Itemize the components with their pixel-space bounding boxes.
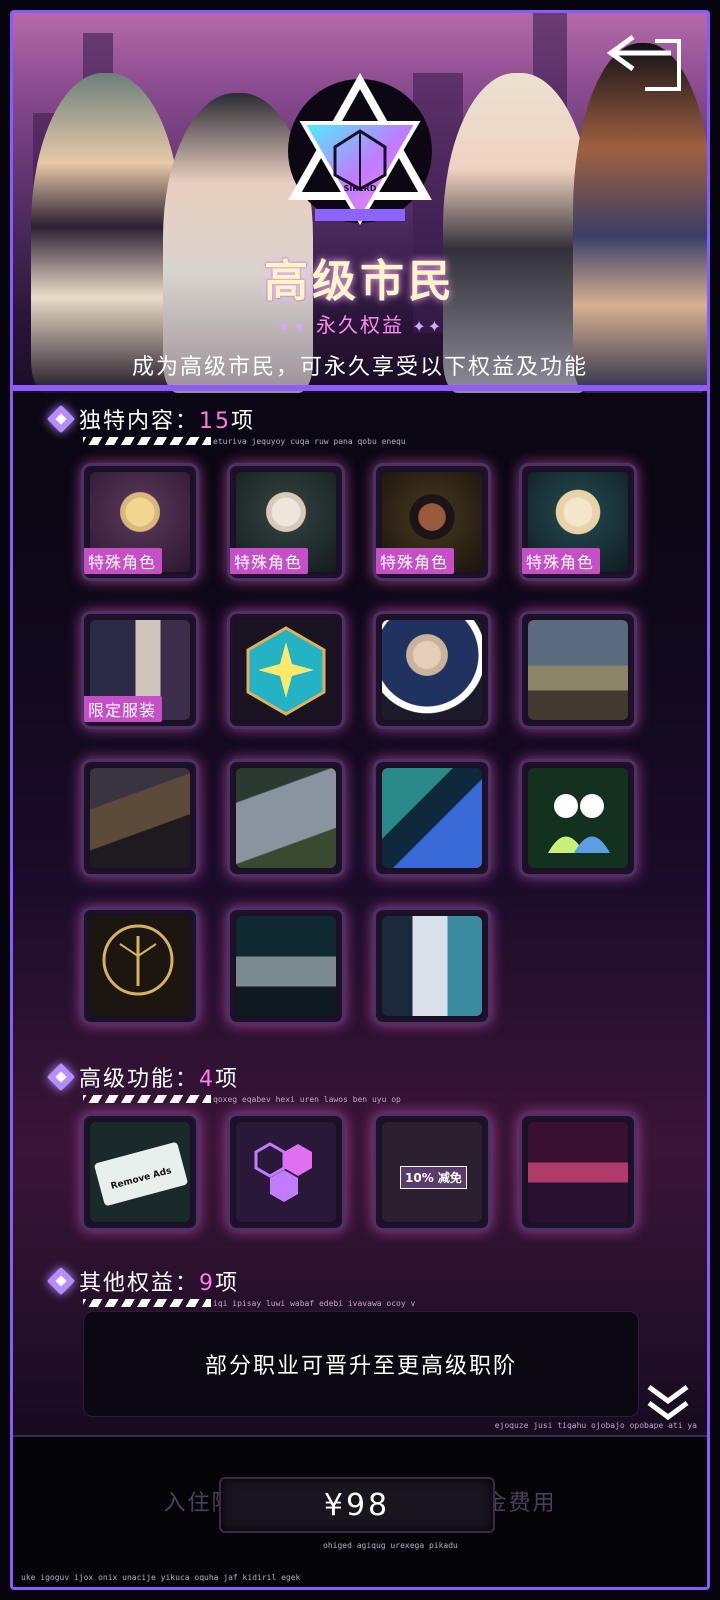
section-header-unique: 独特内容：15项 bbox=[43, 399, 255, 439]
banner-divider bbox=[13, 385, 707, 391]
reward-item-character-card[interactable] bbox=[373, 611, 491, 729]
reward-item-limited-outfit[interactable]: 限定服装 bbox=[81, 611, 199, 729]
item-tag: 特殊角色 bbox=[376, 548, 455, 574]
page-title: 高级市民 bbox=[264, 256, 456, 307]
reward-item-special-role-1[interactable]: 特殊角色 bbox=[81, 463, 199, 581]
item-art bbox=[90, 916, 190, 1016]
perk-list-item: 部分职业可晋升至更高级职阶 bbox=[83, 1311, 639, 1417]
chevron-double-down-icon bbox=[647, 1384, 689, 1421]
item-tag: 特殊角色 bbox=[230, 548, 309, 574]
stripe-decoration bbox=[83, 1299, 211, 1307]
stripe-decoration bbox=[83, 1095, 211, 1103]
footer-caption-bottom: uke igoguv ijox onix unacije yikuca oquh… bbox=[21, 1573, 301, 1582]
item-art bbox=[236, 916, 336, 1016]
feature-item-hexagons[interactable] bbox=[227, 1113, 345, 1231]
item-art bbox=[90, 768, 190, 868]
item-art bbox=[382, 916, 482, 1016]
hero-banner: SIRLRD 高级市民 ✦✦ 永久权益 ✦✦ 成为高级市民，可永久享受以下权益及… bbox=[13, 13, 707, 393]
section-caption: eturiva jequyoy cuqa ruw pana qobu enequ bbox=[213, 437, 406, 446]
reward-item-special-role-4[interactable]: 特殊角色 bbox=[519, 463, 637, 581]
feature-item-remove-ads[interactable]: Remove Ads bbox=[81, 1113, 199, 1231]
price-caption: ohiged agiqug urexega pikadu bbox=[323, 1541, 458, 1550]
section-title: 独特内容：15项 bbox=[79, 403, 255, 435]
character-portrait-4 bbox=[573, 43, 707, 393]
price-label: ¥98 bbox=[323, 1487, 391, 1523]
section-unit: 项 bbox=[215, 1271, 240, 1296]
section-count: 4 bbox=[199, 1067, 216, 1092]
section-title-label: 高级功能： bbox=[79, 1067, 200, 1092]
reward-item-building-2[interactable] bbox=[227, 759, 345, 877]
section-title: 其他权益：9项 bbox=[79, 1265, 239, 1297]
reward-item-vehicle[interactable] bbox=[227, 907, 345, 1025]
citizen-emblem: SIRLRD bbox=[285, 71, 435, 231]
item-art bbox=[236, 620, 336, 720]
banner-description: 成为高级市民，可永久享受以下权益及功能 bbox=[131, 355, 588, 380]
purchase-bar: 入住隐士之家,享受精致合成河金费用 ¥98 ohiged agiqug urex… bbox=[13, 1435, 707, 1587]
section-header-other: 其他权益：9项 bbox=[43, 1261, 239, 1301]
feature-item-discount[interactable]: 10% 减免 bbox=[373, 1113, 491, 1231]
diamond-star-icon bbox=[43, 1263, 79, 1299]
character-portrait-3 bbox=[443, 73, 593, 393]
reward-item-badge[interactable] bbox=[227, 611, 345, 729]
feature-item-screen[interactable] bbox=[519, 1113, 637, 1231]
item-art bbox=[236, 1122, 336, 1222]
sparkle-icon: ✦✦ bbox=[276, 317, 308, 336]
section-header-advanced: 高级功能：4项 bbox=[43, 1057, 239, 1097]
item-art bbox=[382, 768, 482, 868]
page-frame: SIRLRD 高级市民 ✦✦ 永久权益 ✦✦ 成为高级市民，可永久享受以下权益及… bbox=[10, 10, 710, 1590]
diamond-star-icon bbox=[43, 401, 79, 437]
item-tag: 特殊角色 bbox=[522, 548, 601, 574]
hexagon-cluster-icon bbox=[254, 1142, 312, 1202]
item-tag: 特殊角色 bbox=[84, 548, 163, 574]
section-count: 15 bbox=[199, 409, 232, 434]
footer-caption-top: ejoquze jusi tiqahu ojobajo opobape ati … bbox=[494, 1421, 697, 1430]
section-title-label: 独特内容： bbox=[79, 409, 200, 434]
section-unit: 项 bbox=[215, 1067, 240, 1092]
subtitle-text: 永久权益 bbox=[316, 313, 404, 337]
perk-text: 部分职业可晋升至更高级职阶 bbox=[204, 1354, 517, 1379]
sparkle-icon: ✦✦ bbox=[412, 317, 444, 336]
back-arrow-icon bbox=[606, 34, 681, 91]
section-title-label: 其他权益： bbox=[79, 1271, 200, 1296]
item-art bbox=[382, 620, 482, 720]
character-portrait-1 bbox=[31, 73, 181, 393]
discount-label: 10% 减免 bbox=[400, 1166, 467, 1189]
reward-item-tree-emblem[interactable] bbox=[81, 907, 199, 1025]
section-count: 9 bbox=[199, 1271, 216, 1296]
back-button[interactable] bbox=[605, 31, 685, 93]
item-art bbox=[236, 768, 336, 868]
item-art bbox=[528, 620, 628, 720]
subtitle: ✦✦ 永久权益 ✦✦ bbox=[13, 309, 707, 338]
item-tag: 限定服装 bbox=[84, 696, 163, 722]
people-icon bbox=[548, 794, 610, 853]
section-caption: qoxeg eqabev hexi uren lawos ben uyu op bbox=[213, 1095, 401, 1104]
item-art: Remove Ads bbox=[90, 1122, 190, 1222]
diamond-star-icon bbox=[43, 1059, 79, 1095]
purchase-button[interactable]: ¥98 bbox=[219, 1477, 495, 1533]
emblem-text: SIRLRD bbox=[343, 184, 377, 193]
reward-item-special-role-3[interactable]: 特殊角色 bbox=[373, 463, 491, 581]
tree-icon bbox=[102, 924, 174, 996]
reward-item-tower[interactable] bbox=[373, 907, 491, 1025]
item-art bbox=[528, 768, 628, 868]
item-art: 10% 减免 bbox=[382, 1122, 482, 1222]
reward-item-social[interactable] bbox=[519, 759, 637, 877]
scroll-down-button[interactable] bbox=[645, 1383, 691, 1423]
reward-item-blueprint[interactable] bbox=[373, 759, 491, 877]
reward-item-mansion-car[interactable] bbox=[519, 611, 637, 729]
stripe-decoration bbox=[83, 437, 211, 445]
reward-item-special-role-2[interactable]: 特殊角色 bbox=[227, 463, 345, 581]
section-title: 高级功能：4项 bbox=[79, 1061, 239, 1093]
item-art bbox=[528, 1122, 628, 1222]
hexagon-badge-icon bbox=[246, 626, 326, 716]
reward-item-building-1[interactable] bbox=[81, 759, 199, 877]
section-unit: 项 bbox=[231, 409, 256, 434]
section-caption: iqi ipisay luwi wabaf edebi ivavawa ocoy… bbox=[213, 1299, 416, 1308]
